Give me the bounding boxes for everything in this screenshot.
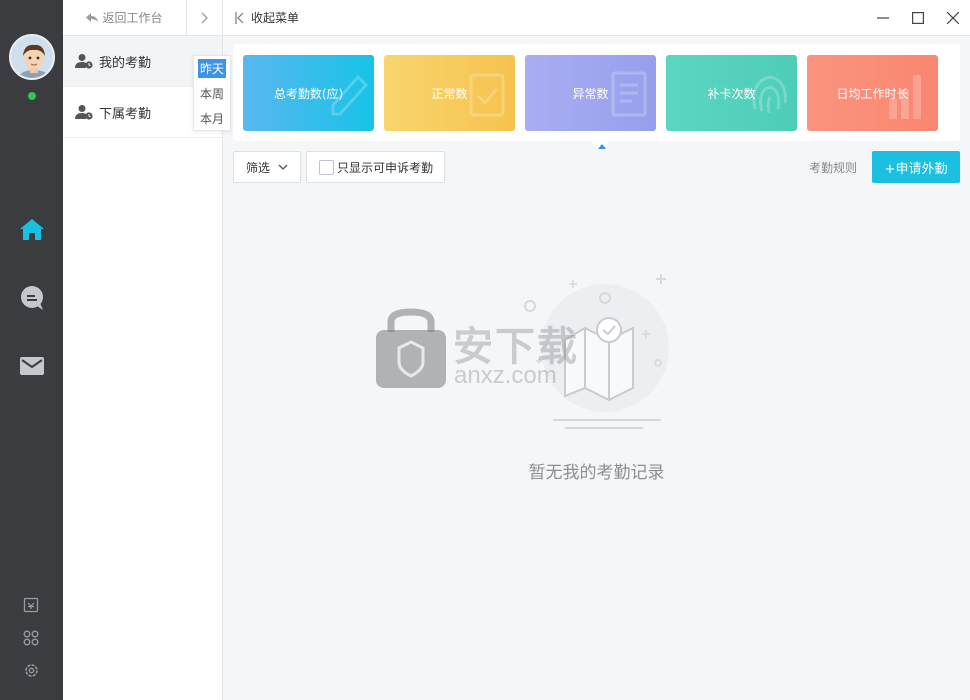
left-rail [0, 0, 63, 700]
document-icon[interactable] [22, 596, 40, 614]
back-to-workbench-label: 返回工作台 [102, 11, 163, 25]
back-arrow-icon [86, 12, 99, 22]
chevron-down-icon [278, 164, 288, 170]
main-content: 收起菜单 总考勤数(应) 正常数 异常数 补卡次数 日均工作时长 筛选 只显示可… [223, 0, 970, 700]
filter-toolbar: 筛选 只显示可申诉考勤 考勤规则 +申请外勤 [233, 151, 960, 183]
close-icon [947, 12, 959, 24]
card-label: 正常数 [431, 86, 468, 101]
only-appealable-label: 只显示可申诉考勤 [337, 160, 434, 175]
mail-icon[interactable] [18, 352, 45, 379]
card-makeup-punch-count[interactable]: 补卡次数 [666, 55, 797, 131]
card-daily-avg-work-hours[interactable]: 日均工作时长 [807, 55, 938, 131]
caret-up-icon [598, 144, 606, 149]
chat-icon[interactable] [18, 284, 45, 311]
close-button[interactable] [944, 9, 962, 27]
collapse-left-icon [235, 11, 244, 24]
collapse-menu-button[interactable]: 收起菜单 [235, 9, 299, 26]
card-label: 总考勤数(应) [273, 86, 344, 101]
maximize-icon [912, 12, 924, 24]
period-option-this-month[interactable]: 本月 [194, 106, 230, 131]
site-watermark-logo [376, 308, 446, 388]
settings-gear-icon[interactable] [22, 661, 40, 679]
card-label: 异常数 [572, 86, 609, 101]
site-watermark-url: anxz.com [454, 362, 557, 389]
card-label: 补卡次数 [707, 86, 756, 101]
empty-state-message: 暂无我的考勤记录 [528, 463, 665, 483]
card-total-attendance[interactable]: 总考勤数(应) [243, 55, 374, 131]
clipboard-check-watermark-icon [469, 73, 505, 117]
back-to-workbench-button[interactable]: 返回工作台 [63, 0, 187, 35]
only-appealable-checkbox[interactable] [319, 159, 334, 175]
home-icon[interactable] [18, 215, 45, 242]
online-status-dot [28, 92, 36, 100]
minimize-button[interactable] [874, 9, 892, 27]
document-lines-watermark-icon [611, 71, 647, 117]
attendance-rules-link[interactable]: 考勤规则 [809, 159, 857, 176]
period-option-yesterday[interactable]: 昨天 [194, 56, 230, 81]
minimize-icon [877, 17, 889, 19]
period-option-this-week[interactable]: 本周 [194, 81, 230, 106]
card-label: 日均工作时长 [836, 86, 909, 101]
card-abnormal-count[interactable]: 异常数 [525, 55, 656, 131]
maximize-button[interactable] [909, 9, 927, 27]
collapse-menu-label: 收起菜单 [251, 11, 300, 25]
title-bar: 收起菜单 [223, 0, 970, 36]
filter-label: 筛选 [245, 160, 270, 175]
stat-cards-panel: 总考勤数(应) 正常数 异常数 补卡次数 日均工作时长 [233, 44, 960, 150]
avatar[interactable] [9, 34, 55, 80]
nav-item-label: 下属考勤 [99, 106, 152, 122]
subnav-top-bar: 返回工作台 [63, 0, 222, 36]
only-appealable-toggle[interactable]: 只显示可申诉考勤 [306, 151, 445, 183]
chevron-right-icon [201, 12, 208, 23]
apply-field-work-button[interactable]: +申请外勤 [872, 151, 960, 183]
expand-chevron-button[interactable] [187, 0, 222, 35]
filter-dropdown-button[interactable]: 筛选 [233, 151, 301, 183]
period-dropdown: 昨天 本周 本月 [193, 55, 231, 131]
nav-item-label: 我的考勤 [99, 55, 152, 71]
user-clock-icon [75, 105, 93, 120]
user-clock-icon [75, 54, 93, 69]
card-normal-count[interactable]: 正常数 [384, 55, 515, 131]
apps-grid-icon[interactable] [22, 629, 40, 647]
